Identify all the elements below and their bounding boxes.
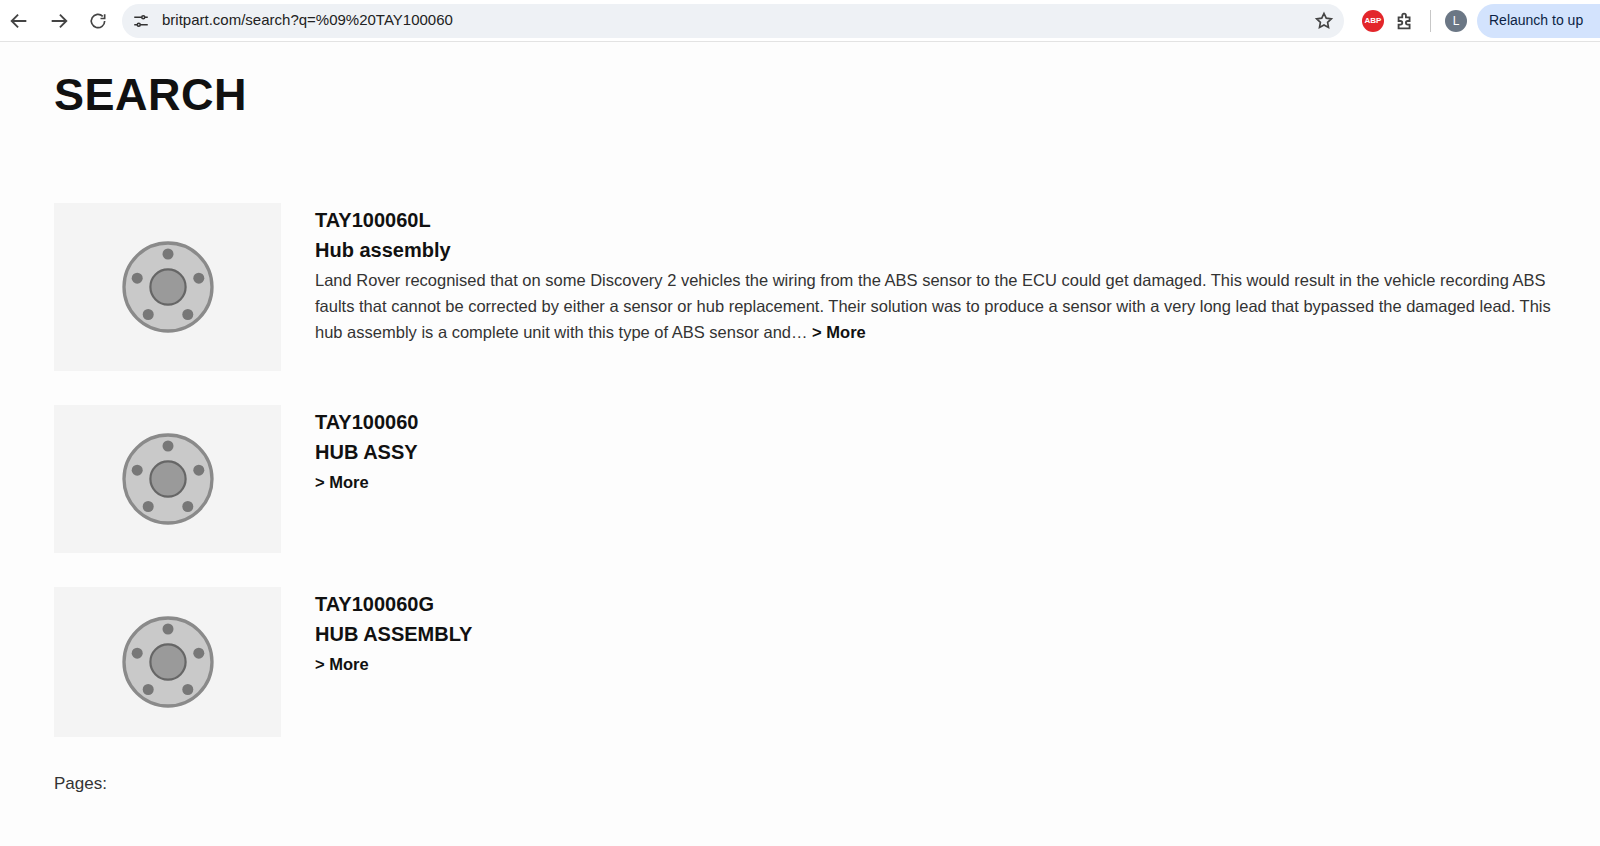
search-page: SEARCH TAY100060LHub assembly Land Rover … xyxy=(0,42,1600,797)
product-image[interactable] xyxy=(54,405,281,553)
product-image[interactable] xyxy=(54,203,281,371)
relaunch-button[interactable]: Relaunch to up xyxy=(1477,4,1600,38)
site-settings-icon[interactable] xyxy=(132,12,150,30)
part-number[interactable]: TAY100060 xyxy=(315,407,418,437)
toolbar-separator xyxy=(1430,10,1431,32)
part-name[interactable]: HUB ASSY xyxy=(315,437,418,467)
part-name[interactable]: Hub assembly xyxy=(315,235,1580,265)
result-row: TAY100060LHub assembly Land Rover recogni… xyxy=(54,203,1580,371)
more-link[interactable]: > More xyxy=(315,473,369,491)
profile-avatar[interactable]: L xyxy=(1445,10,1467,32)
pagination: Pages: xyxy=(54,771,1580,797)
adblock-icon[interactable]: ABP xyxy=(1362,10,1384,32)
browser-toolbar: britpart.com/search?q=%09%20TAY100060 AB… xyxy=(0,0,1600,42)
more-link[interactable]: > More xyxy=(812,323,866,341)
product-image[interactable] xyxy=(54,587,281,737)
part-description: Land Rover recognised that on some Disco… xyxy=(315,271,1551,341)
forward-icon[interactable] xyxy=(48,10,70,32)
result-row: TAY100060GHUB ASSEMBLY > More xyxy=(54,587,1580,737)
reload-icon[interactable] xyxy=(88,11,108,31)
hub-icon xyxy=(113,424,223,534)
result-row: TAY100060HUB ASSY > More xyxy=(54,405,1580,553)
more-link[interactable]: > More xyxy=(315,655,369,673)
hub-icon xyxy=(113,607,223,717)
back-icon[interactable] xyxy=(8,10,30,32)
part-number[interactable]: TAY100060L xyxy=(315,205,1580,235)
extensions-icon[interactable] xyxy=(1394,10,1416,32)
star-icon[interactable] xyxy=(1314,11,1334,31)
results-list: TAY100060LHub assembly Land Rover recogni… xyxy=(54,203,1580,737)
part-name[interactable]: HUB ASSEMBLY xyxy=(315,619,472,649)
url-text[interactable]: britpart.com/search?q=%09%20TAY100060 xyxy=(162,9,1302,32)
hub-icon xyxy=(113,232,223,342)
address-bar[interactable]: britpart.com/search?q=%09%20TAY100060 xyxy=(122,4,1344,38)
page-title: SEARCH xyxy=(54,42,1580,117)
part-number[interactable]: TAY100060G xyxy=(315,589,472,619)
